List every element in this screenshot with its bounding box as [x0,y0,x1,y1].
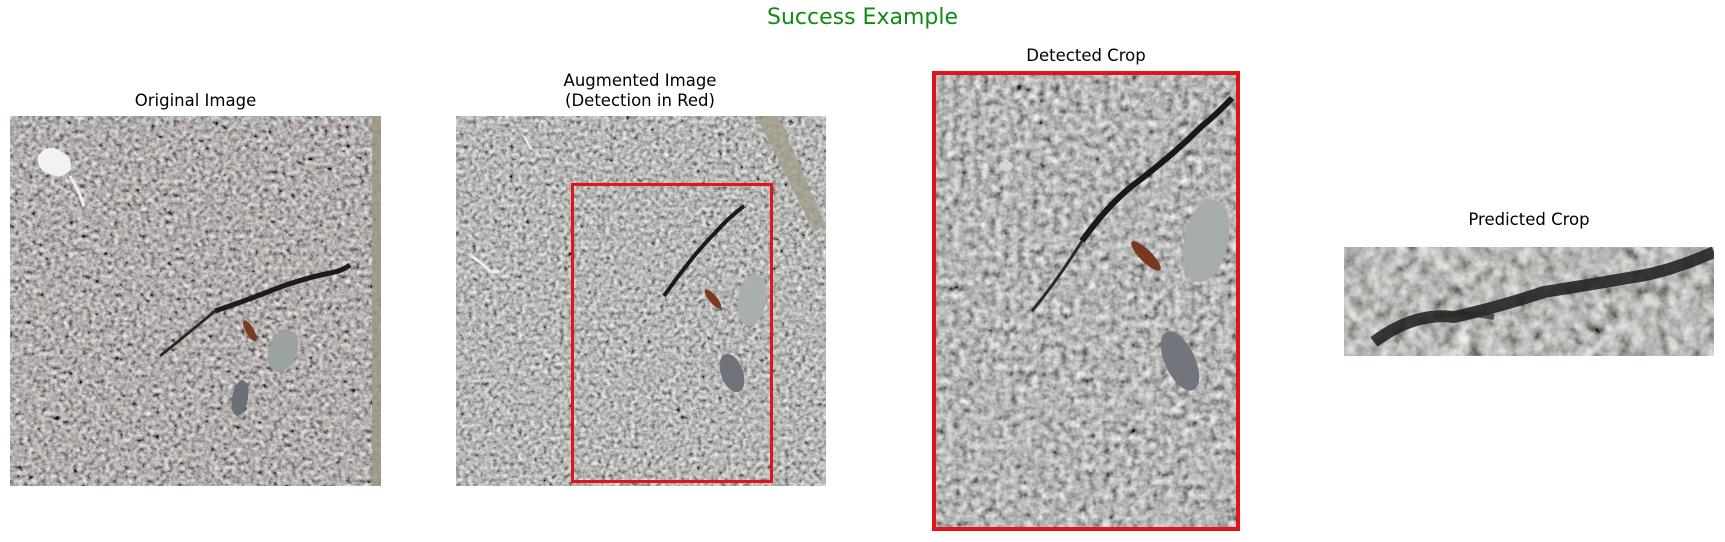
original-image [10,116,381,486]
augmented-image-title: Augmented Image (Detection in Red) [563,71,717,110]
detected-crop-title: Detected Crop [1026,46,1146,65]
detection-box [571,183,773,483]
predicted-crop-title: Predicted Crop [1468,210,1590,229]
figure-suptitle: Success Example [767,5,958,30]
detected-crop-border [932,71,1240,531]
detected-crop [932,71,1240,531]
augmented-image [456,116,826,486]
predicted-crop [1344,247,1714,356]
original-image-title: Original Image [134,91,257,110]
